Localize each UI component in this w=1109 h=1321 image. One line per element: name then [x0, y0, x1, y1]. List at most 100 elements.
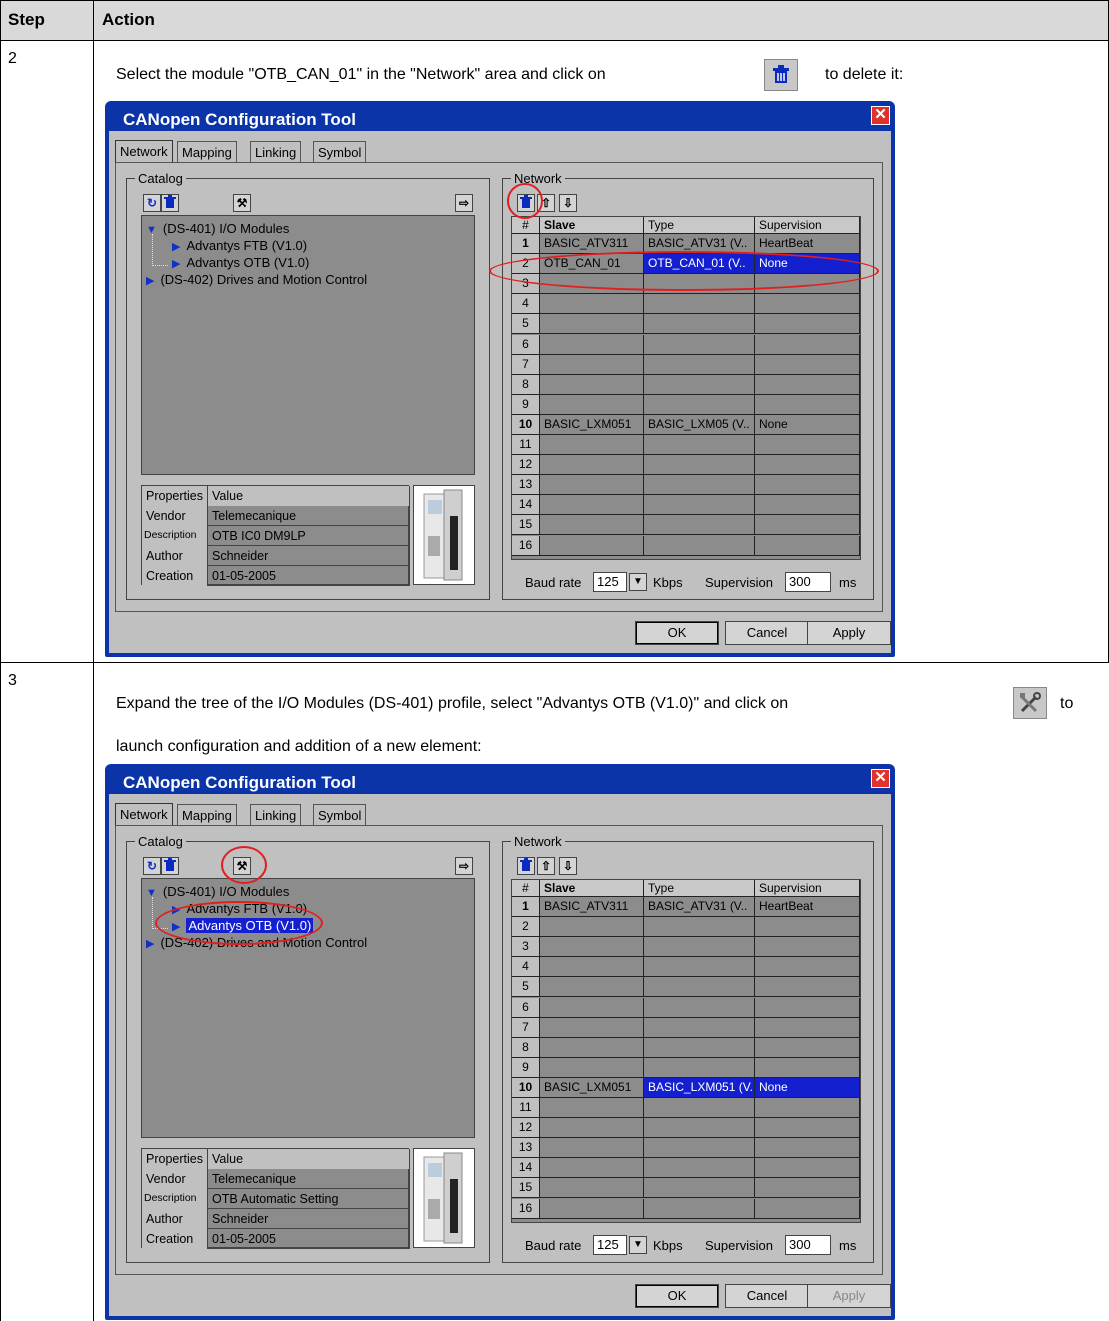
tab-symbol[interactable]: Symbol: [313, 804, 367, 825]
tab-network[interactable]: Network: [115, 140, 173, 163]
table-row[interactable]: 6: [512, 997, 860, 1018]
grid-cell: 15: [512, 1178, 540, 1199]
table-row[interactable]: 14: [512, 1158, 860, 1179]
catalog-label: Catalog: [135, 834, 186, 849]
trash-icon: [164, 194, 176, 212]
table-row[interactable]: 13: [512, 1138, 860, 1159]
table-row[interactable]: 16: [512, 1198, 860, 1219]
grid-cell: [755, 1198, 860, 1219]
table-row[interactable]: 3: [512, 937, 860, 958]
property-value: OTB Automatic Setting: [208, 1189, 410, 1209]
tree-node[interactable]: ▶ Advantys FTB (V1.0): [172, 238, 307, 253]
grid-cell: HeartBeat: [755, 234, 860, 254]
table-row[interactable]: 11: [512, 1098, 860, 1118]
table-row[interactable]: 8: [512, 374, 860, 395]
ok-button[interactable]: OK: [635, 621, 719, 645]
grid-cell: 12: [512, 1118, 540, 1139]
table-row[interactable]: 15: [512, 515, 860, 536]
baud-unit: Kbps: [653, 1238, 683, 1253]
trash-icon: [164, 857, 176, 875]
tab-symbol[interactable]: Symbol: [313, 141, 367, 162]
table-row[interactable]: 11: [512, 435, 860, 455]
grid-cell: [644, 475, 755, 496]
table-row[interactable]: 10 BASIC_LXM051 BASIC_LXM05 (V.. None: [512, 414, 860, 435]
tree-node[interactable]: ▶ (DS-402) Drives and Motion Control: [146, 272, 367, 287]
header-action: Action: [102, 10, 155, 29]
grid-cell: [755, 1098, 860, 1118]
apply-button[interactable]: Apply: [807, 621, 891, 645]
grid-col-header: Slave: [540, 880, 644, 897]
delete-catalog-button[interactable]: [161, 194, 179, 212]
table-row[interactable]: 12: [512, 455, 860, 476]
table-row[interactable]: 13: [512, 475, 860, 496]
table-row[interactable]: 1 BASIC_ATV311 BASIC_ATV31 (V.. HeartBeat: [512, 897, 860, 917]
close-button[interactable]: ✕: [871, 769, 890, 788]
property-name: Vendor: [142, 506, 208, 526]
table-row[interactable]: 4: [512, 294, 860, 315]
table-row[interactable]: 9: [512, 1057, 860, 1078]
tab-linking[interactable]: Linking: [250, 804, 302, 825]
grid-cell: 3: [512, 937, 540, 958]
grid-cell: 9: [512, 1057, 540, 1078]
tree-node[interactable]: ▶ Advantys OTB (V1.0): [172, 255, 309, 270]
table-rule: [0, 40, 1109, 41]
grid-cell: [644, 1138, 755, 1159]
table-row[interactable]: 14: [512, 495, 860, 516]
grid-cell: 5: [512, 977, 540, 998]
supervision-input[interactable]: 300: [785, 1235, 831, 1255]
delete-catalog-button[interactable]: [161, 857, 179, 875]
tab-mapping[interactable]: Mapping: [177, 804, 237, 825]
property-row: Vendor Telemecanique: [142, 506, 410, 526]
move-down-button[interactable]: ⇩: [559, 194, 577, 212]
table-row[interactable]: 12: [512, 1118, 860, 1139]
table-row[interactable]: 5: [512, 314, 860, 335]
baud-rate-select[interactable]: 125: [593, 572, 627, 592]
network-grid[interactable]: # Slave Type Supervision 1 BASIC_ATV311 BASIC_…: [511, 879, 861, 1223]
dropdown-arrow-icon[interactable]: ▼: [629, 1236, 647, 1254]
grid-cell: [644, 957, 755, 978]
table-row[interactable]: 15: [512, 1178, 860, 1199]
module-image: [413, 1148, 475, 1248]
move-down-button[interactable]: ⇩: [559, 857, 577, 875]
table-row[interactable]: 7: [512, 354, 860, 375]
add-to-network-button[interactable]: ⇨: [455, 857, 473, 875]
grid-cell: [540, 535, 644, 556]
dropdown-arrow-icon[interactable]: ▼: [629, 573, 647, 591]
table-row[interactable]: 16: [512, 535, 860, 556]
tab-linking[interactable]: Linking: [250, 141, 302, 162]
grid-cell: [755, 937, 860, 958]
refresh-catalog-button[interactable]: ↻: [143, 857, 161, 875]
cancel-button[interactable]: Cancel: [725, 1284, 809, 1308]
refresh-catalog-button[interactable]: ↻: [143, 194, 161, 212]
table-row[interactable]: 10 BASIC_LXM051 BASIC_LXM051 (V.. None: [512, 1077, 860, 1098]
apply-button[interactable]: Apply: [807, 1284, 891, 1308]
grid-cell: [644, 1017, 755, 1038]
trash-icon: [520, 857, 532, 875]
baud-rate-select[interactable]: 125: [593, 1235, 627, 1255]
table-row[interactable]: 2: [512, 917, 860, 938]
grid-cell: [755, 354, 860, 375]
table-row[interactable]: 4: [512, 957, 860, 978]
grid-cell: 15: [512, 515, 540, 536]
catalog-tree[interactable]: ▼ (DS-401) I/O Modules ▶ Advantys FTB (V1.0…: [141, 215, 475, 475]
grid-cell: [540, 314, 644, 335]
tab-network[interactable]: Network: [115, 803, 173, 826]
grid-cell: 4: [512, 294, 540, 315]
table-row[interactable]: 6: [512, 334, 860, 355]
cancel-button[interactable]: Cancel: [725, 621, 809, 645]
tab-mapping[interactable]: Mapping: [177, 141, 237, 162]
baud-rate-label: Baud rate: [525, 575, 582, 590]
network-label: Network: [511, 834, 565, 849]
supervision-input[interactable]: 300: [785, 572, 831, 592]
add-to-network-button[interactable]: ⇨: [455, 194, 473, 212]
table-row[interactable]: 9: [512, 394, 860, 415]
configure-button[interactable]: ⚒: [233, 194, 251, 212]
grid-header: # Slave Type Supervision: [512, 217, 860, 234]
ok-button[interactable]: OK: [635, 1284, 719, 1308]
move-up-button[interactable]: ⇧: [537, 857, 555, 875]
close-button[interactable]: ✕: [871, 106, 890, 125]
table-row[interactable]: 8: [512, 1037, 860, 1058]
delete-module-button[interactable]: [517, 857, 535, 875]
table-row[interactable]: 7: [512, 1017, 860, 1038]
table-row[interactable]: 5: [512, 977, 860, 998]
